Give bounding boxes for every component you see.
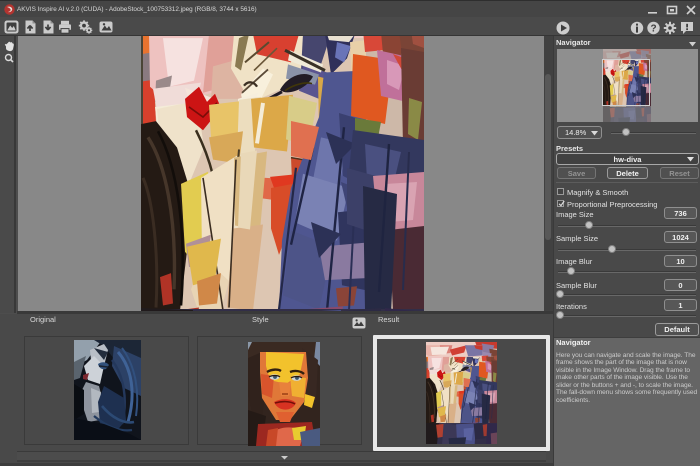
svg-text:?: ? bbox=[650, 23, 656, 34]
